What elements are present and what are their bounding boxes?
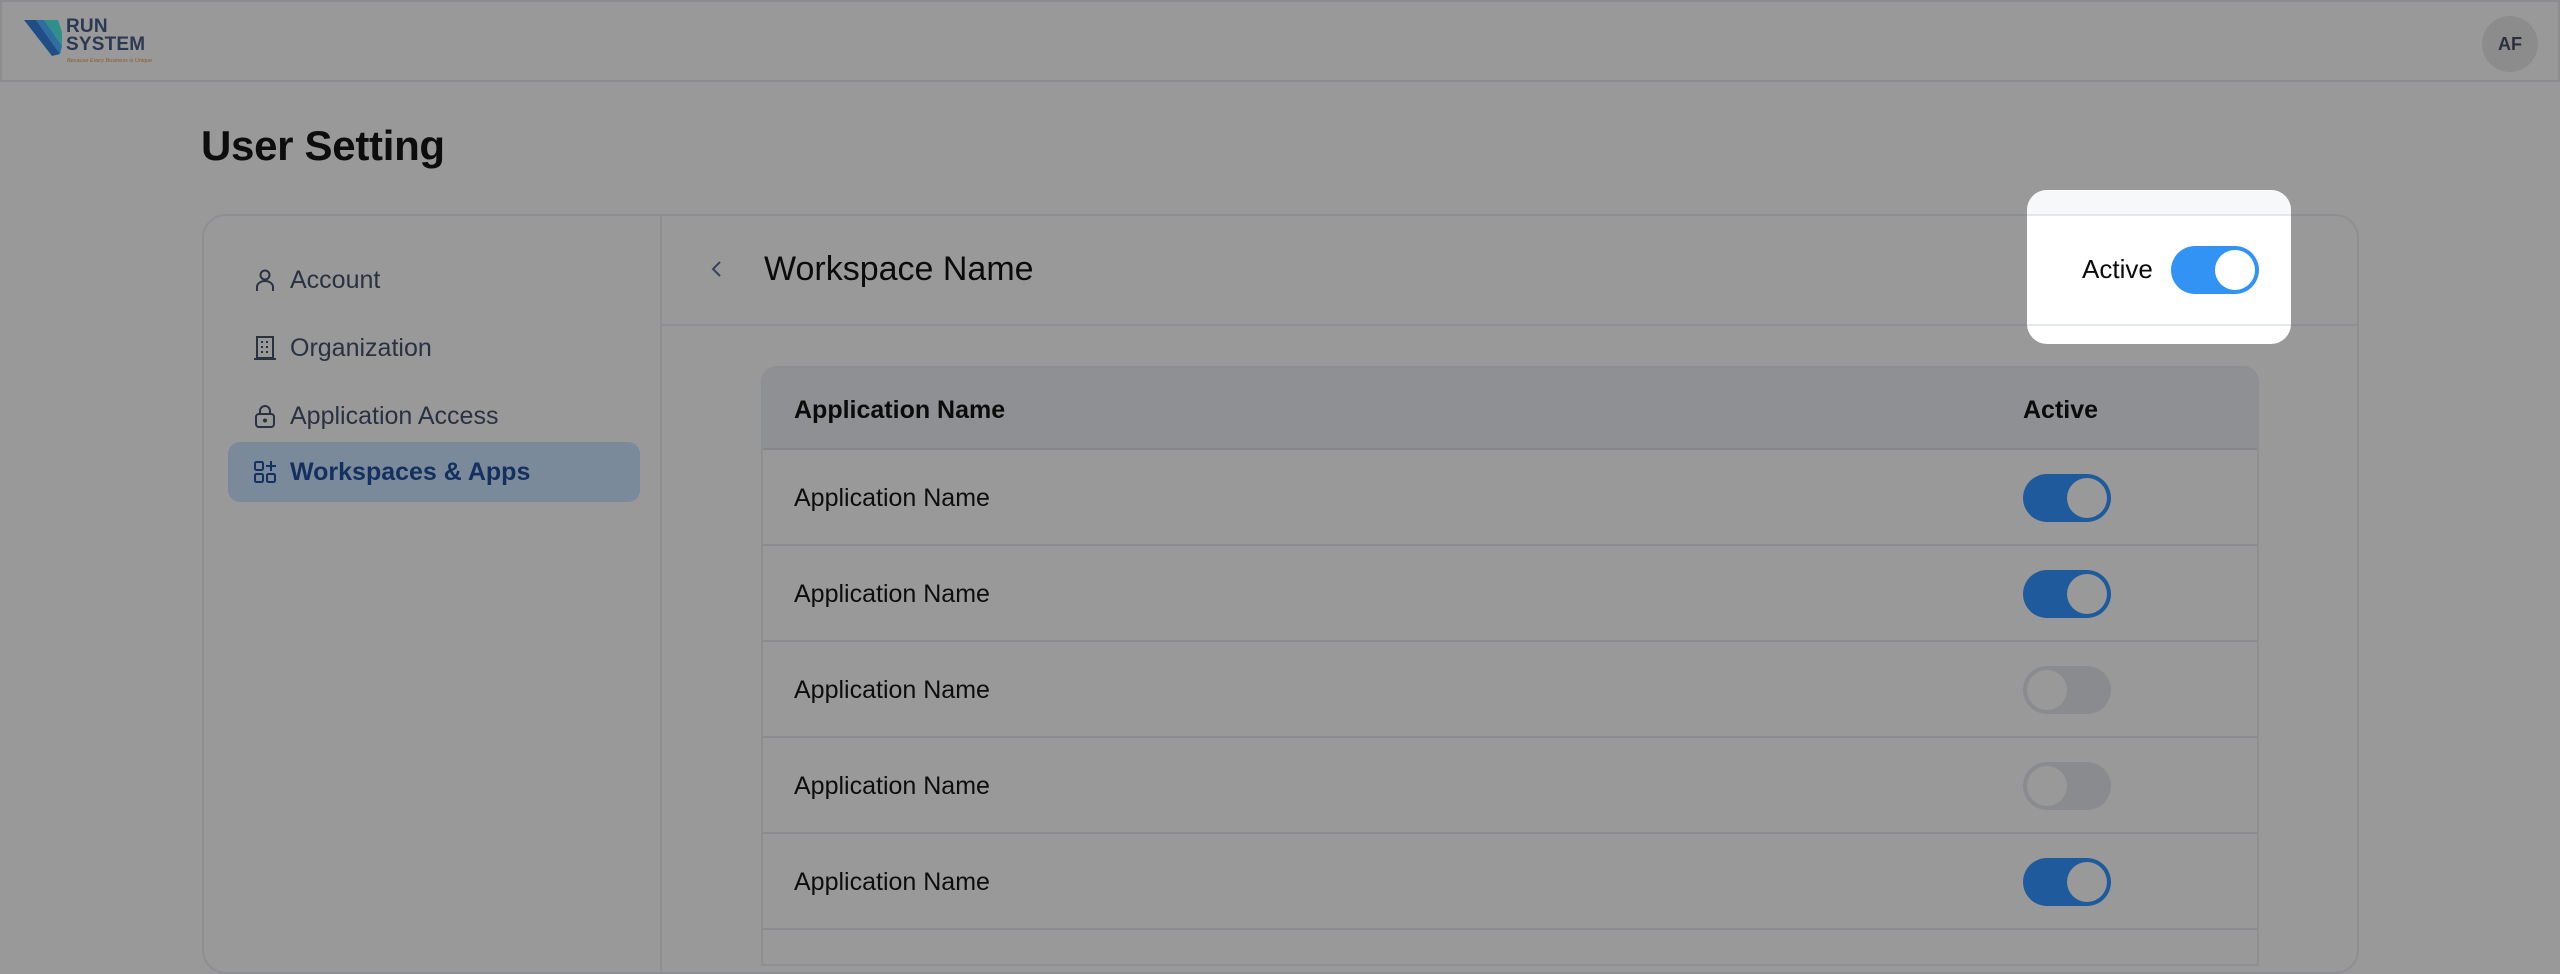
table-row: Application Name (763, 450, 2257, 546)
sidebar-item-organization[interactable]: Organization (228, 318, 640, 378)
logo-text: RUN SYSTEM (66, 17, 146, 55)
application-name-cell: Application Name (794, 772, 990, 800)
application-active-toggle[interactable] (2023, 858, 2111, 906)
table-row: Application Name (763, 834, 2257, 930)
table-row: Application Name (763, 642, 2257, 738)
toggle-knob (2215, 250, 2255, 290)
toggle-knob (2067, 478, 2107, 518)
toggle-knob (2027, 766, 2067, 806)
application-active-toggle[interactable] (2023, 666, 2111, 714)
table-row: Application Name (763, 546, 2257, 642)
run-system-logo[interactable]: RUN SYSTEM Because Every Business is Uni… (24, 17, 164, 68)
logo-tagline: Because Every Business is Unique (67, 58, 153, 64)
sidebar-item-application-access[interactable]: Application Access (228, 386, 640, 446)
application-name-cell: Application Name (794, 580, 990, 608)
workspace-active-toggle[interactable] (2171, 246, 2259, 294)
user-icon (252, 267, 278, 293)
logo-line2: SYSTEM (66, 34, 146, 55)
toggle-knob (2067, 862, 2107, 902)
table-header: Application Name Active (763, 368, 2257, 450)
page-title: User Setting (201, 122, 445, 169)
logo-mark-icon (24, 20, 62, 56)
workspace-title: Workspace Name (764, 250, 1034, 288)
building-icon (252, 335, 278, 361)
sidebar-item-label: Workspaces & Apps (290, 457, 531, 486)
top-bar: RUN SYSTEM Because Every Business is Uni… (0, 0, 2560, 82)
spotlight-header-strip (2027, 190, 2291, 214)
workspace-active-spotlight: Active (2027, 190, 2291, 344)
applications-table: Application Name Active Application Name… (761, 366, 2259, 966)
user-avatar[interactable]: AF (2482, 16, 2538, 72)
column-header-active[interactable]: Active (2023, 396, 2098, 425)
apps-add-icon (252, 459, 278, 485)
spotlight-divider-top (2027, 214, 2291, 216)
application-active-toggle[interactable] (2023, 762, 2111, 810)
spotlight-divider-bottom (2027, 324, 2291, 326)
application-active-toggle[interactable] (2023, 570, 2111, 618)
application-name-cell: Application Name (794, 868, 990, 896)
lock-icon (252, 403, 278, 429)
toggle-knob (2027, 670, 2067, 710)
application-active-toggle[interactable] (2023, 474, 2111, 522)
sidebar-item-label: Account (290, 265, 381, 294)
sidebar-item-workspaces-apps[interactable]: Workspaces & Apps (228, 442, 640, 502)
back-button[interactable] (702, 254, 732, 284)
column-header-application-name[interactable]: Application Name (794, 396, 1005, 425)
chevron-left-icon (711, 261, 721, 277)
toggle-knob (2067, 574, 2107, 614)
sidebar-item-label: Application Access (290, 401, 499, 430)
application-name-cell: Application Name (794, 676, 990, 704)
settings-sidebar: Account Organization Application Access … (204, 216, 662, 972)
table-row: Application Name (763, 738, 2257, 834)
sidebar-item-account[interactable]: Account (228, 250, 640, 310)
application-name-cell: Application Name (794, 484, 990, 512)
workspace-active-label: Active (2082, 254, 2153, 284)
sidebar-item-label: Organization (290, 333, 432, 362)
